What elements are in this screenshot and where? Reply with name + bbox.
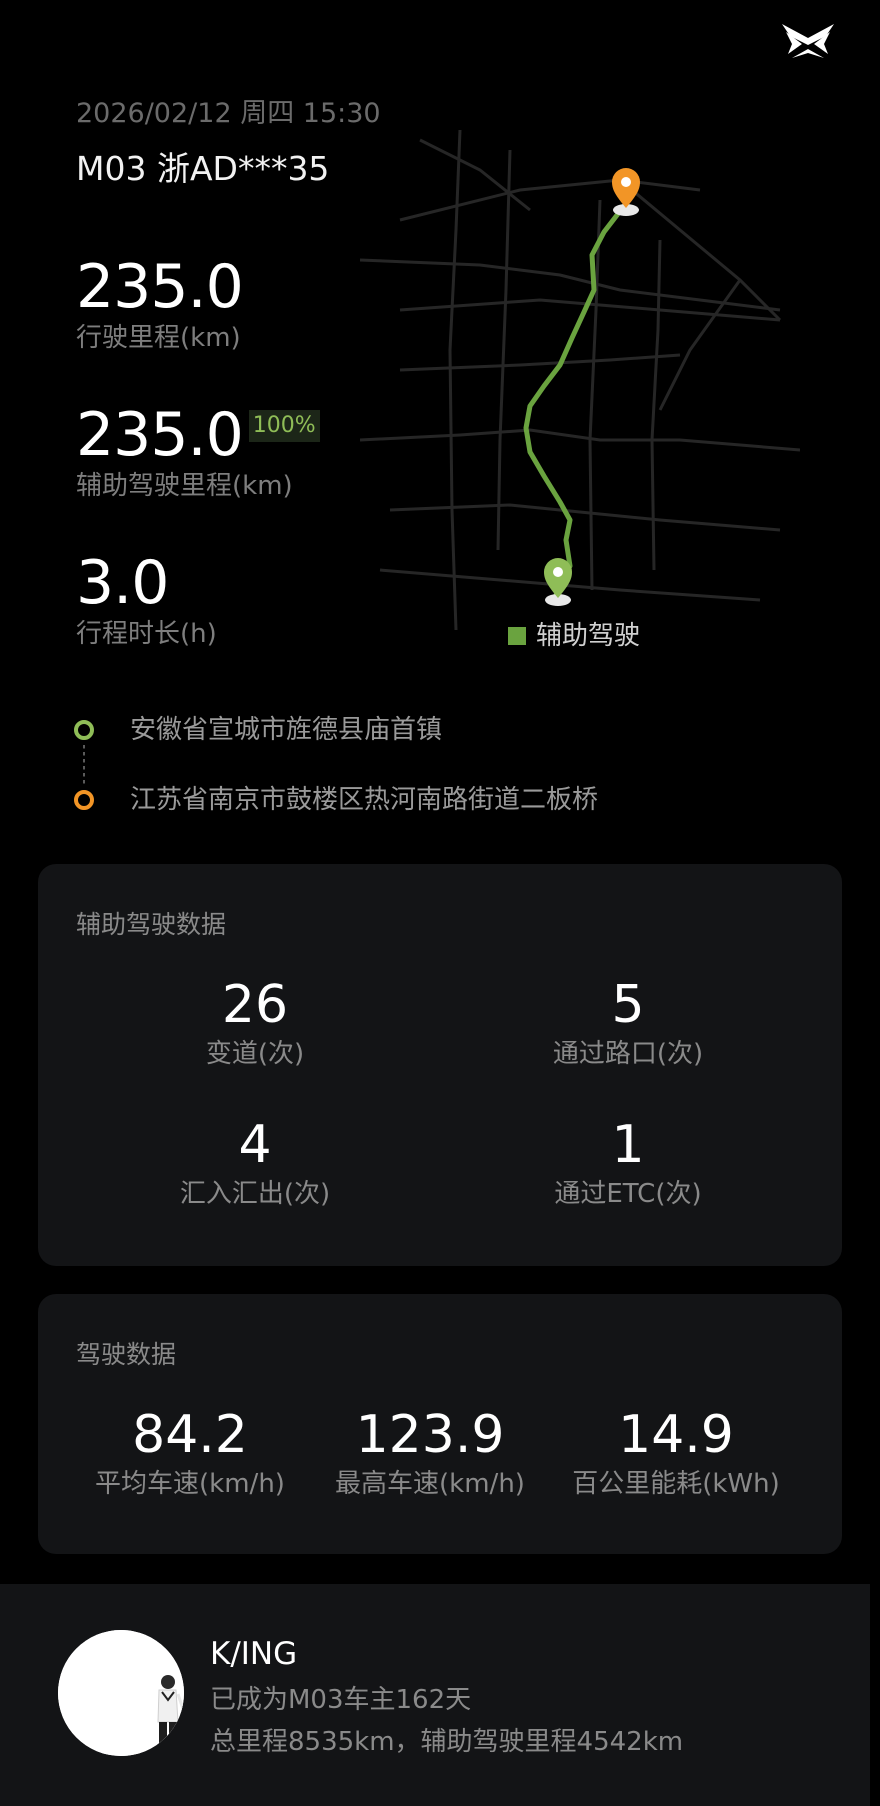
map-legend: 辅助驾驶	[508, 620, 640, 652]
duration-value: 3.0	[76, 548, 169, 618]
intersection-label: 通过路口(次)	[552, 1039, 704, 1069]
avatar[interactable]	[58, 1630, 184, 1756]
xpeng-logo-icon	[778, 18, 838, 62]
assisted-distance-label: 辅助驾驶里程(km)	[76, 471, 293, 501]
vehicle-plate: M03 浙AD***35	[76, 149, 330, 188]
route-map-svg	[359, 129, 801, 631]
assisted-distance-stat: 235.0 100% 辅助驾驶里程(km)	[76, 402, 320, 502]
route-start-row: 安徽省宣城市旌德县庙首镇	[74, 714, 442, 746]
driving-card-title: 驾驶数据	[76, 1340, 177, 1369]
duration-label: 行程时长(h)	[76, 619, 217, 649]
intersection-metric: 5 通过路口(次)	[498, 976, 758, 1070]
merge-label: 汇入汇出(次)	[179, 1179, 331, 1209]
max-speed-label: 最高车速(km/h)	[335, 1469, 525, 1499]
intersection-value: 5	[611, 975, 645, 1035]
etc-label: 通过ETC(次)	[554, 1179, 702, 1209]
energy-value: 14.9	[618, 1405, 734, 1465]
etc-value: 1	[611, 1115, 645, 1175]
merge-value: 4	[238, 1115, 272, 1175]
start-pin-icon	[544, 558, 572, 606]
route-connector	[83, 745, 85, 787]
total-mileage: 总里程8535km，辅助驾驶里程4542km	[210, 1727, 684, 1757]
distance-label: 行驶里程(km)	[76, 323, 241, 353]
energy-label: 百公里能耗(kWh)	[572, 1469, 780, 1499]
map-legend-label: 辅助驾驶	[536, 621, 641, 651]
duration-stat: 3.0 行程时长(h)	[76, 550, 217, 650]
end-pin-icon	[612, 168, 640, 216]
lane-change-metric: 26 变道(次)	[140, 976, 370, 1070]
energy-metric: 14.9 百公里能耗(kWh)	[566, 1406, 786, 1500]
avatar-figure-icon	[58, 1630, 184, 1756]
assisted-driving-card: 辅助驾驶数据 26 变道(次) 5 通过路口(次) 4 汇入汇出(次) 1 通过…	[38, 864, 842, 1266]
distance-value: 235.0	[76, 252, 244, 322]
route-start-text: 安徽省宣城市旌德县庙首镇	[130, 715, 443, 745]
max-speed-metric: 123.9 最高车速(km/h)	[330, 1406, 530, 1500]
owner-name: K/ING	[210, 1636, 298, 1672]
assisted-distance-row: 235.0 100%	[76, 402, 320, 468]
assisted-route-line	[523, 203, 627, 598]
assisted-card-title: 辅助驾驶数据	[76, 910, 227, 939]
end-dot-icon	[74, 790, 94, 810]
assisted-percent-badge: 100%	[248, 410, 320, 442]
distance-stat: 235.0 行驶里程(km)	[76, 252, 244, 354]
ownership-days: 已成为M03车主162天	[210, 1685, 472, 1715]
lane-change-label: 变道(次)	[205, 1039, 305, 1069]
avg-speed-value: 84.2	[132, 1405, 248, 1465]
lane-change-value: 26	[221, 975, 289, 1035]
trip-datetime: 2026/02/12 周四 15:30	[76, 98, 381, 129]
assisted-legend-swatch	[508, 627, 526, 645]
map-roads	[359, 129, 801, 631]
route-map[interactable]	[359, 110, 801, 631]
max-speed-value: 123.9	[355, 1405, 505, 1465]
merge-metric: 4 汇入汇出(次)	[140, 1116, 370, 1210]
etc-metric: 1 通过ETC(次)	[498, 1116, 758, 1210]
start-dot-icon	[74, 720, 94, 740]
driving-data-card: 驾驶数据 84.2 平均车速(km/h) 123.9 最高车速(km/h) 14…	[38, 1294, 842, 1554]
owner-profile: K/ING 已成为M03车主162天 总里程8535km，辅助驾驶里程4542k…	[0, 1584, 870, 1806]
avg-speed-metric: 84.2 平均车速(km/h)	[90, 1406, 290, 1500]
route-end-text: 江苏省南京市鼓楼区热河南路街道二板桥	[130, 785, 599, 815]
route-end-row: 江苏省南京市鼓楼区热河南路街道二板桥	[74, 784, 598, 816]
avg-speed-label: 平均车速(km/h)	[95, 1469, 285, 1499]
assisted-distance-value: 235.0	[76, 400, 244, 470]
